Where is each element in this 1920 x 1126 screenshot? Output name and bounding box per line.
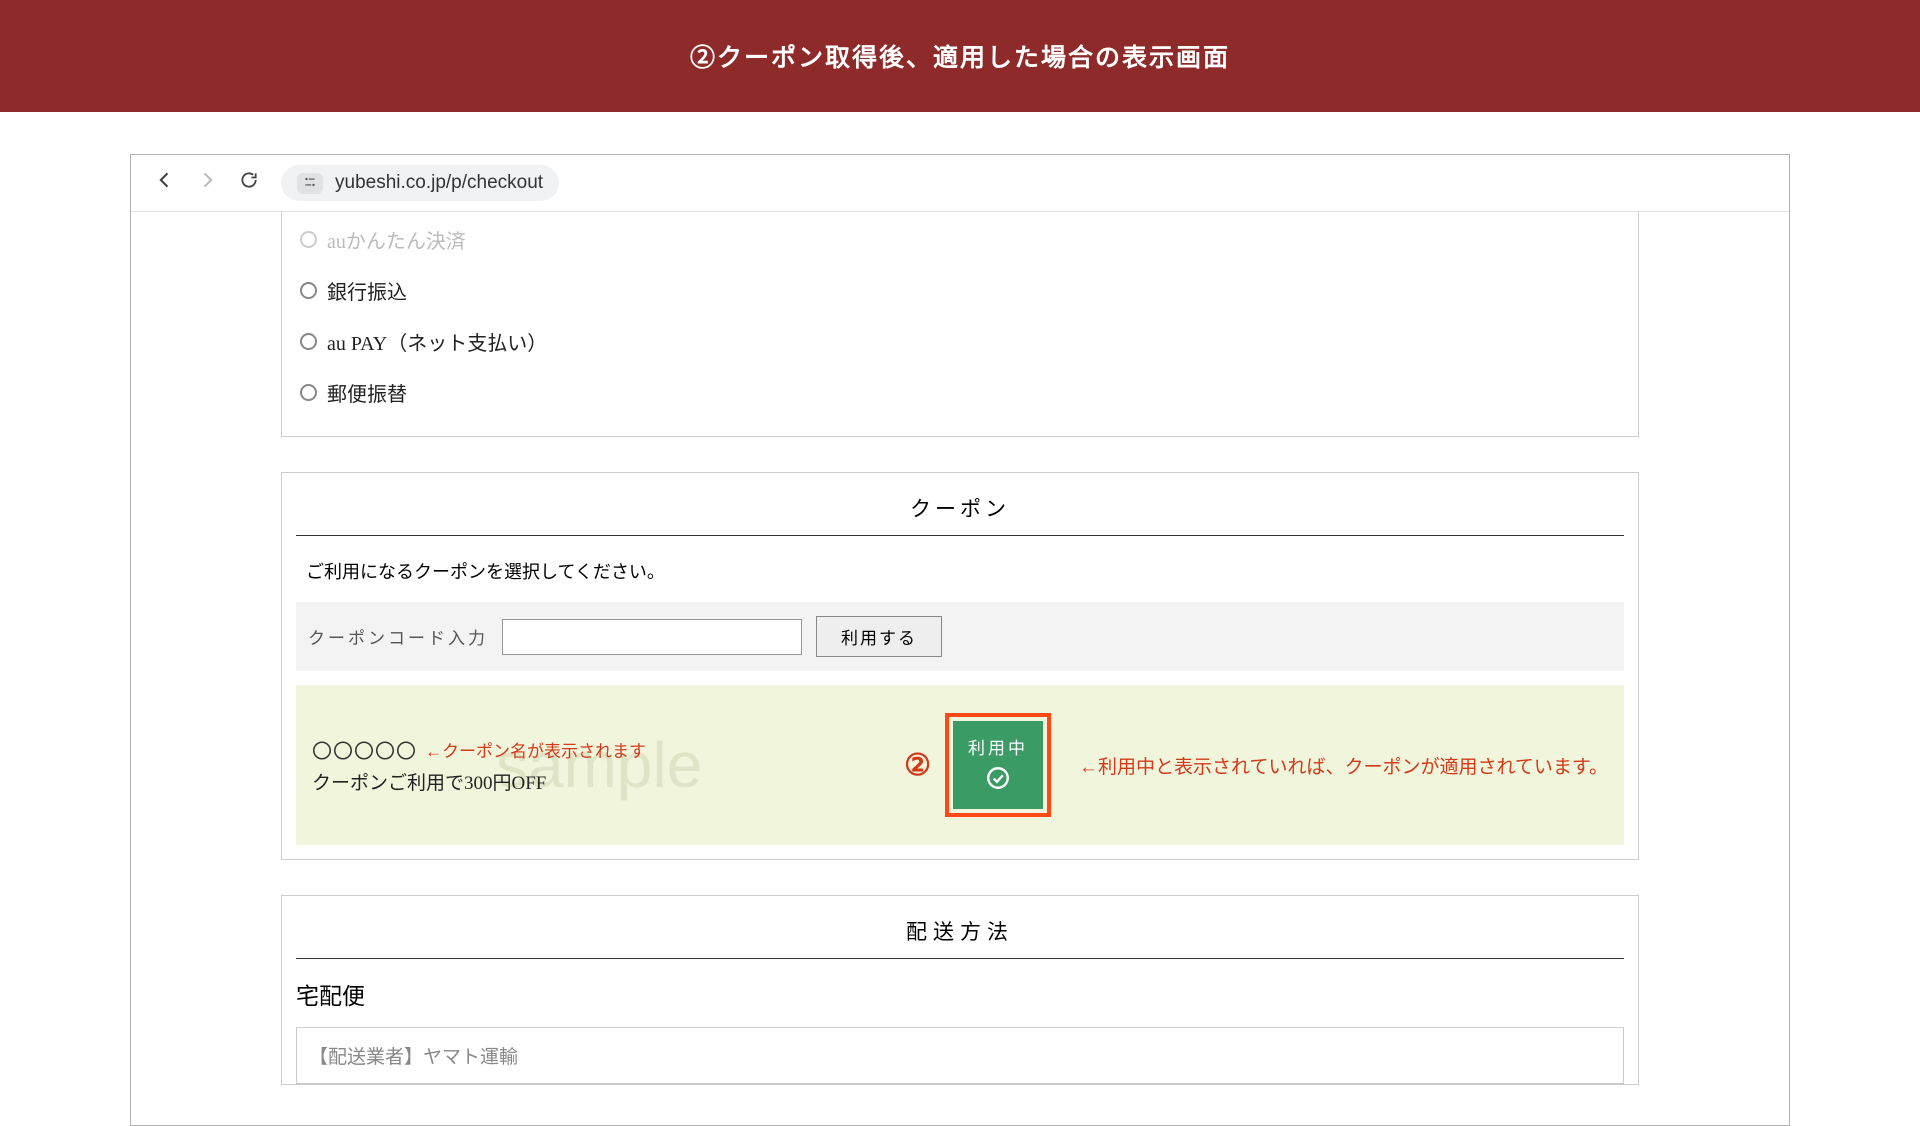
payment-option[interactable]: 郵便振替 (300, 367, 1620, 418)
shipping-panel: 配送方法 宅配便 【配送業者】ヤマト運輸 (281, 895, 1639, 1085)
payment-option-label: au PAY（ネット支払い） (327, 327, 547, 356)
payment-option[interactable]: au PAY（ネット支払い） (300, 316, 1620, 367)
radio-icon (300, 282, 317, 299)
shipping-carrier-text: 【配送業者】ヤマト運輸 (309, 1047, 518, 1068)
in-use-button[interactable]: 利用中 (953, 721, 1043, 809)
payment-option-label: auかんたん決済 (327, 225, 466, 254)
page-body: auかんたん決済 銀行振込 au PAY（ネット支払い） 郵便振替 (131, 212, 1789, 1125)
payment-panel: auかんたん決済 銀行振込 au PAY（ネット支払い） 郵便振替 (281, 212, 1639, 437)
coupon-info: 〇〇〇〇〇 ←クーポン名が表示されます クーポンご利用で300円OFF (312, 735, 646, 795)
in-use-annotation: ←利用中と表示されていれば、クーポンが適用されています。 (1079, 752, 1608, 779)
payment-option[interactable]: auかんたん決済 (300, 214, 1620, 265)
browser-toolbar: yubeshi.co.jp/p/checkout (131, 155, 1789, 212)
shipping-section-title: 配送方法 (296, 896, 1624, 959)
url-text: yubeshi.co.jp/p/checkout (335, 172, 543, 194)
coupon-input-label: クーポンコード入力 (308, 624, 488, 649)
payment-option-label: 郵便振替 (327, 378, 407, 407)
payment-option-label: 銀行振込 (327, 276, 407, 305)
in-use-label: 利用中 (968, 734, 1028, 759)
coupon-instruction: ご利用になるクーポンを選択してください。 (282, 536, 1638, 602)
forward-icon[interactable] (197, 170, 217, 196)
browser-frame: yubeshi.co.jp/p/checkout auかんたん決済 銀行振込 (130, 154, 1790, 1126)
coupon-name-annotation: ←クーポン名が表示されます (425, 737, 646, 762)
check-circle-icon (985, 765, 1011, 796)
shipping-carrier-box: 【配送業者】ヤマト運輸 (296, 1027, 1624, 1084)
coupon-input-row: クーポンコード入力 利用する (296, 602, 1624, 671)
url-bar[interactable]: yubeshi.co.jp/p/checkout (281, 165, 559, 201)
payment-radio-list: auかんたん決済 銀行振込 au PAY（ネット支払い） 郵便振替 (282, 212, 1638, 436)
coupon-section-title: クーポン (296, 473, 1624, 536)
active-coupon-row: sample 〇〇〇〇〇 ←クーポン名が表示されます クーポンご利用で300円O… (296, 685, 1624, 845)
in-use-highlight-box: 利用中 (945, 713, 1051, 817)
coupon-name-placeholder: 〇〇〇〇〇 (312, 735, 417, 764)
reload-icon[interactable] (239, 170, 259, 196)
step-badge: ② (904, 748, 931, 783)
payment-option[interactable]: 銀行振込 (300, 265, 1620, 316)
shipping-method: 宅配便 (282, 959, 1638, 1017)
apply-coupon-button[interactable]: 利用する (816, 616, 942, 657)
back-icon[interactable] (155, 170, 175, 196)
radio-icon (300, 231, 317, 248)
content-outer: yubeshi.co.jp/p/checkout auかんたん決済 銀行振込 (0, 112, 1920, 1126)
radio-icon (300, 384, 317, 401)
radio-icon (300, 333, 317, 350)
coupon-discount-text: クーポンご利用で300円OFF (312, 768, 646, 795)
header-title: ②クーポン取得後、適用した場合の表示画面 (690, 44, 1230, 72)
page-header: ②クーポン取得後、適用した場合の表示画面 (0, 0, 1920, 112)
coupon-code-input[interactable] (502, 619, 802, 655)
site-settings-icon[interactable] (297, 173, 323, 194)
coupon-panel: クーポン ご利用になるクーポンを選択してください。 クーポンコード入力 利用する… (281, 472, 1639, 860)
